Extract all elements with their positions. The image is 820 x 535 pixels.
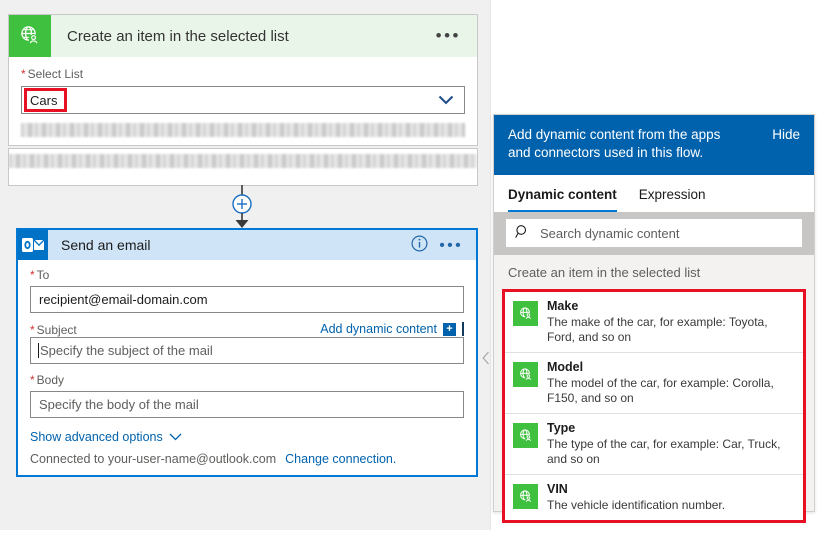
subject-input[interactable]: Specify the subject of the mail — [30, 337, 464, 364]
search-dynamic-content-input[interactable]: Search dynamic content — [506, 219, 802, 247]
search-placeholder: Search dynamic content — [540, 226, 679, 241]
list-item-name: VIN — [547, 482, 725, 497]
sharepoint-globe-person-icon — [513, 484, 538, 509]
plus-icon[interactable]: + — [443, 323, 456, 336]
add-step-connector[interactable] — [230, 185, 254, 230]
body-input-placeholder: Specify the body of the mail — [39, 397, 199, 412]
sharepoint-card-title: Create an item in the selected list — [67, 28, 289, 45]
sharepoint-action-card[interactable]: Create an item in the selected list ••• … — [8, 14, 478, 146]
flow-designer-screen: Create an item in the selected list ••• … — [0, 0, 820, 530]
list-item-name: Make — [547, 299, 795, 314]
body-field-label: *Body — [30, 373, 464, 387]
panel-footer-spacer — [494, 523, 814, 535]
to-input[interactable]: recipient@email-domain.com — [30, 286, 464, 313]
sharepoint-globe-person-icon — [513, 301, 538, 326]
list-item-description: The type of the car, for example: Car, T… — [547, 437, 795, 467]
chevron-left-icon — [482, 351, 490, 368]
dynamic-content-list: Make The make of the car, for example: T… — [502, 289, 806, 523]
send-email-card-more-button[interactable]: ••• — [439, 242, 463, 249]
sharepoint-card-more-button[interactable]: ••• — [436, 32, 461, 40]
list-item[interactable]: Make The make of the car, for example: T… — [505, 292, 803, 353]
dynamic-content-group-label: Create an item in the selected list — [494, 255, 814, 289]
show-advanced-options-label: Show advanced options — [30, 430, 163, 444]
required-asterisk: * — [30, 323, 35, 337]
dynamic-content-panel: Add dynamic content from the apps and co… — [493, 114, 815, 512]
required-asterisk: * — [21, 67, 26, 81]
connection-status-text: Connected to your-user-name@outlook.com — [30, 452, 276, 466]
subject-input-placeholder: Specify the subject of the mail — [40, 343, 213, 358]
add-dynamic-content-label: Add dynamic content — [320, 322, 437, 336]
chevron-down-icon — [169, 430, 182, 444]
select-list-label: *Select List — [21, 67, 465, 81]
chevron-down-icon[interactable] — [438, 93, 454, 108]
sharepoint-card-header[interactable]: Create an item in the selected list ••• — [9, 15, 477, 57]
subject-input-caret — [38, 343, 39, 358]
info-icon[interactable] — [411, 235, 428, 255]
send-email-card-header[interactable]: Send an email ••• — [18, 230, 476, 260]
send-email-card[interactable]: Send an email ••• *To — [16, 228, 478, 477]
list-item[interactable]: Type The type of the car, for example: C… — [505, 414, 803, 475]
redacted-content-strip — [21, 123, 465, 137]
change-connection-link[interactable]: Change connection. — [285, 452, 396, 466]
tab-expression[interactable]: Expression — [639, 187, 706, 212]
body-input[interactable]: Specify the body of the mail — [30, 391, 464, 418]
list-item-name: Model — [547, 360, 795, 375]
select-list-dropdown[interactable]: Cars — [21, 86, 465, 114]
select-list-value: Cars — [30, 93, 57, 108]
send-email-card-body: *To recipient@email-domain.com *Subject … — [18, 260, 476, 475]
send-email-card-actions: ••• — [411, 235, 463, 255]
connection-status-row: Connected to your-user-name@outlook.com … — [30, 452, 464, 466]
list-item-description: The make of the car, for example: Toyota… — [547, 315, 795, 345]
body-field-label-text: Body — [37, 373, 64, 387]
list-item[interactable]: Model The model of the car, for example:… — [505, 353, 803, 414]
list-item-name: Type — [547, 421, 795, 436]
list-item-description: The vehicle identification number. — [547, 498, 725, 513]
list-item-description: The model of the car, for example: Corol… — [547, 376, 795, 406]
dynamic-content-banner: Add dynamic content from the apps and co… — [494, 115, 814, 175]
sharepoint-globe-person-icon — [513, 362, 538, 387]
to-field-label: *To — [30, 268, 464, 282]
subject-field-label: *Subject — [30, 323, 77, 337]
sharepoint-globe-person-icon — [513, 423, 538, 448]
required-asterisk: * — [30, 268, 35, 282]
list-item[interactable]: VIN The vehicle identification number. — [505, 475, 803, 520]
redacted-action-card[interactable] — [8, 148, 478, 186]
flow-canvas: Create an item in the selected list ••• … — [0, 0, 491, 530]
dynamic-content-tabs: Dynamic content Expression — [494, 175, 814, 212]
dynamic-content-search-area: Search dynamic content — [494, 212, 814, 255]
dynamic-content-banner-text: Add dynamic content from the apps and co… — [508, 126, 730, 162]
subject-field-label-text: Subject — [37, 323, 77, 337]
text-caret-indicator — [462, 322, 464, 336]
select-list-label-text: Select List — [28, 67, 83, 81]
panel-collapse-handle[interactable] — [481, 338, 491, 380]
outlook-envelope-icon — [18, 230, 48, 260]
list-item-text: Type The type of the car, for example: C… — [547, 421, 795, 467]
hide-panel-button[interactable]: Hide — [772, 127, 800, 142]
card-spacer — [21, 137, 465, 145]
list-item-text: VIN The vehicle identification number. — [547, 482, 725, 513]
tab-dynamic-content[interactable]: Dynamic content — [508, 187, 617, 212]
search-icon — [515, 224, 530, 242]
list-item-text: Make The make of the car, for example: T… — [547, 299, 795, 345]
show-advanced-options-button[interactable]: Show advanced options — [30, 430, 464, 444]
sharepoint-globe-person-icon — [9, 15, 51, 57]
redacted-content-strip — [9, 154, 477, 168]
list-item-text: Model The model of the car, for example:… — [547, 360, 795, 406]
subject-label-row: *Subject Add dynamic content + — [30, 322, 464, 337]
required-asterisk: * — [30, 373, 35, 387]
sharepoint-card-body: *Select List Cars — [9, 57, 477, 145]
to-field-label-text: To — [37, 268, 50, 282]
to-input-value: recipient@email-domain.com — [39, 292, 208, 307]
add-dynamic-content-button[interactable]: Add dynamic content + — [320, 322, 464, 336]
send-email-card-title: Send an email — [61, 237, 151, 253]
